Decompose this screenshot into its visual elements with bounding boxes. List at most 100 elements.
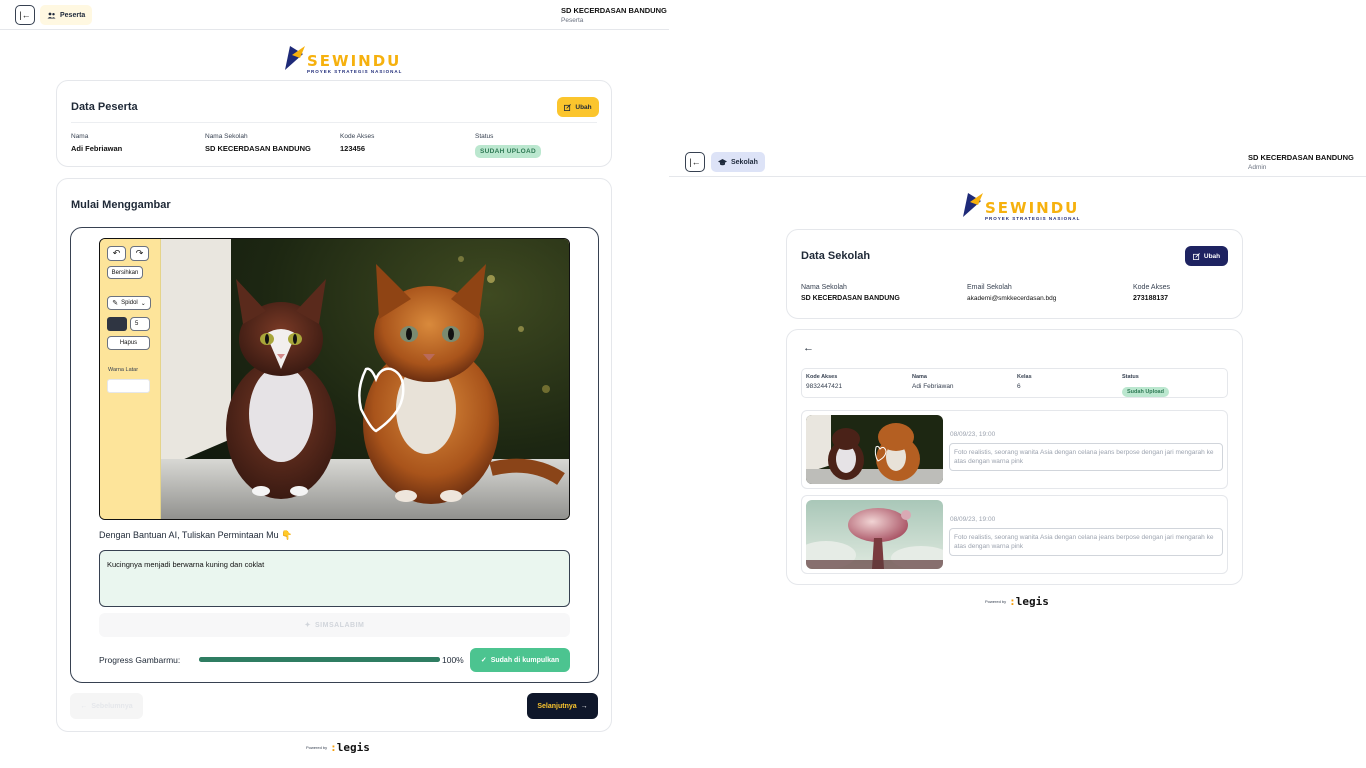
org-role: Peserta [561, 17, 584, 24]
divider [71, 122, 597, 123]
field-value: 273188137 [1133, 295, 1169, 302]
field-email-sekolah: Email Sekolah akademi@smkkecerdasan.bdg [967, 284, 1056, 302]
field-value: 123456 [340, 144, 366, 153]
history-prompt: Foto realistis, seorang wanita Asia deng… [949, 443, 1223, 471]
submitted-button[interactable]: ✓ Sudah di kumpulkan [470, 648, 570, 672]
admin-top-bar: |← Sekolah SD KECERDASAN BANDUNG Admin [669, 146, 1366, 177]
col-value: Adi Febriawan [912, 383, 954, 390]
bg-color-swatch[interactable] [107, 379, 150, 393]
redo-icon: ↷ [135, 248, 144, 258]
field-nama: Nama Adi Febriawan [71, 133, 122, 153]
legis-mark-icon: : [1009, 595, 1016, 608]
users-icon [47, 12, 56, 18]
arrow-right-icon: → [580, 702, 588, 710]
col-kelas: Kelas 6 [1017, 374, 1032, 390]
powered-by: Powered by :legis [985, 595, 1049, 608]
prev-button[interactable]: ← Sebelumnya [70, 693, 143, 719]
legis-logo: :legis [1009, 595, 1049, 608]
cats-thumbnail-image [806, 415, 943, 484]
status-badge: Sudah Upload [1122, 387, 1169, 397]
org-name: SD KECERDASAN BANDUNG [561, 6, 667, 15]
participant-window: |← Peserta SD KECERDASAN BANDUNG Peserta… [0, 0, 669, 768]
field-nama-sekolah: Nama Sekolah SD KECERDASAN BANDUNG [801, 284, 900, 302]
col-status: Status Sudah Upload [1122, 374, 1169, 398]
collapse-sidebar-button[interactable]: |← [15, 5, 35, 25]
field-label: Nama Sekolah [205, 133, 248, 140]
history-date: 08/09/23, 19:00 [950, 431, 996, 438]
status-badge: SUDAH UPLOAD [475, 145, 541, 158]
field-status: Status SUDAH UPLOAD [475, 133, 541, 158]
next-button[interactable]: Selanjutnya → [527, 693, 598, 719]
field-label: Nama Sekolah [801, 284, 847, 291]
drawing-toolbar: ↶ ↷ Bersihkan ✎ Spidol ⌄ 5 Hapus Warna L… [100, 239, 161, 519]
bg-color-label: Warna Latar [108, 367, 139, 373]
nav-peserta-label: Peserta [60, 11, 86, 19]
back-button[interactable]: ← [803, 342, 814, 354]
nav-peserta[interactable]: Peserta [40, 5, 93, 25]
history-item[interactable]: 08/09/23, 19:00 Foto realistis, seorang … [801, 495, 1228, 574]
field-value: SD KECERDASAN BANDUNG [801, 295, 900, 302]
col-label: Kelas [1017, 374, 1032, 380]
col-label: Nama [912, 374, 927, 380]
history-prompt: Foto realistis, seorang wanita Asia deng… [949, 528, 1223, 556]
col-label: Kode Akses [806, 374, 838, 380]
prompt-input[interactable]: Kucingnya menjadi berwarna kuning dan co… [99, 550, 570, 607]
undo-button[interactable]: ↶ [107, 246, 126, 261]
col-kode-akses: Kode Akses 9832447421 [806, 374, 842, 390]
logo-mark-icon [963, 193, 983, 217]
field-label: Status [475, 133, 494, 140]
prompt-value: Kucingnya menjadi berwarna kuning dan co… [107, 560, 265, 569]
brush-select[interactable]: ✎ Spidol ⌄ [107, 296, 151, 310]
edit-participant-button[interactable]: Ubah [557, 97, 599, 117]
legis-brand: legis [336, 741, 370, 754]
logo-word: SEWINDU [307, 52, 402, 70]
arrow-left-icon: ← [80, 702, 88, 710]
generate-button[interactable]: ✦ SIMSALABIM [99, 613, 570, 637]
brush-size-value: 5 [135, 321, 139, 327]
col-label: Status [1122, 374, 1139, 380]
magic-icon: ✦ [304, 622, 312, 629]
prompt-label: Dengan Bantuan AI, Tuliskan Permintaan M… [99, 530, 292, 541]
logo-tagline: PROYEK STRATEGIS NASIONAL [307, 69, 403, 74]
point-down-icon: 👇 [281, 530, 293, 540]
history-thumbnail [806, 500, 943, 569]
progress-bar [199, 657, 440, 662]
collapse-sidebar-button[interactable]: |← [685, 152, 705, 172]
history-date: 08/09/23, 19:00 [950, 516, 996, 523]
cats-image [161, 239, 569, 519]
logo-word: SEWINDU [985, 199, 1080, 217]
brush-size-input[interactable]: 5 [130, 317, 150, 331]
legis-brand: legis [1015, 595, 1049, 608]
sewindu-logo: SEWINDU PROYEK STRATEGIS NASIONAL [961, 191, 1080, 222]
collapse-icon: |← [19, 10, 31, 20]
field-value: SD KECERDASAN BANDUNG [205, 144, 311, 153]
org-info: SD KECERDASAN BANDUNG Admin [1248, 153, 1354, 171]
field-label: Email Sekolah [967, 284, 1012, 291]
history-item[interactable]: 08/09/23, 19:00 Foto realistis, seorang … [801, 410, 1228, 489]
canvas-image[interactable] [161, 239, 569, 519]
clear-button[interactable]: Bersihkan [107, 266, 143, 279]
logo-tagline: PROYEK STRATEGIS NASIONAL [985, 216, 1081, 221]
powered-label: Powered by [985, 599, 1007, 604]
graduation-cap-icon [718, 158, 727, 165]
progress-fill [199, 657, 440, 662]
field-label: Kode Akses [340, 133, 375, 140]
edit-school-button[interactable]: Ubah [1185, 246, 1228, 266]
brush-color-swatch[interactable] [107, 317, 127, 331]
erase-button[interactable]: Hapus [107, 336, 150, 350]
arrow-left-icon: ← [803, 342, 814, 354]
top-bar: |← Peserta SD KECERDASAN BANDUNG Peserta [0, 0, 669, 30]
submitted-label: Sudah di kumpulkan [490, 656, 560, 664]
org-role: Admin [1248, 164, 1267, 171]
powered-by: Powered by :legis [306, 741, 370, 754]
field-kode-akses: Kode Akses 123456 [340, 133, 374, 153]
edit-icon [564, 103, 572, 111]
redo-button[interactable]: ↷ [130, 246, 149, 261]
legis-logo: :legis [330, 741, 370, 754]
col-nama: Nama Adi Febriawan [912, 374, 954, 390]
legis-mark-icon: : [330, 741, 337, 754]
drawing-title: Mulai Menggambar [71, 199, 171, 211]
nav-sekolah[interactable]: Sekolah [711, 152, 765, 172]
edit-label: Ubah [1203, 252, 1221, 260]
school-title: Data Sekolah [801, 250, 871, 262]
